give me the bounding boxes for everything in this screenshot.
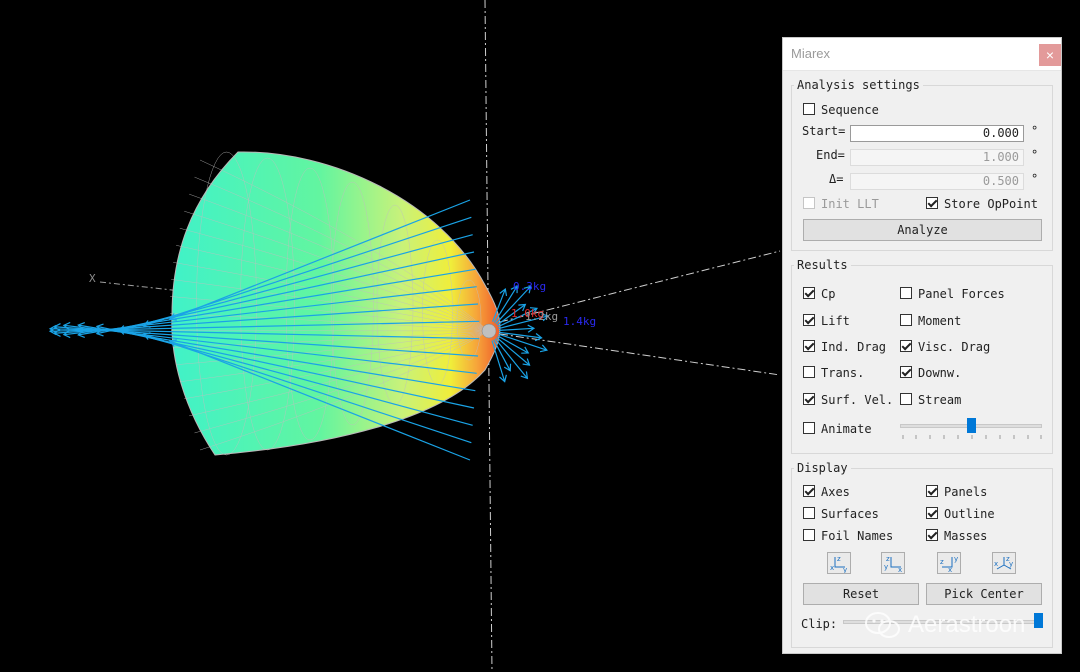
delta-input[interactable]: 0.500 [850,173,1024,190]
animate-checkbox[interactable] [803,422,815,434]
end-label: End= [816,148,845,162]
trans-label: Trans. [821,366,865,380]
stream-checkbox[interactable] [900,393,912,405]
start-unit: ° [1031,124,1039,138]
svg-text:y: y [843,566,847,573]
outline-checkbox[interactable] [926,507,938,519]
clip-label: Clip: [801,617,838,631]
svg-text:y: y [884,563,888,571]
svg-text:x: x [994,560,998,568]
animate-speed-ticks [902,435,1042,439]
miarex-panel: Miarex × Analysis settings Sequence Star… [782,37,1062,654]
svg-text:x: x [898,566,902,573]
svg-text:x: x [948,566,952,573]
store-oppoint-label: Store OpPoint [944,197,1038,211]
close-button[interactable]: × [1039,44,1061,66]
delta-unit: ° [1031,172,1039,186]
analysis-settings-legend: Analysis settings [794,78,923,92]
view-iso-button[interactable]: z x y [992,552,1016,574]
visc-drag-checkbox[interactable] [900,340,912,352]
pick-center-button[interactable]: Pick Center [926,583,1042,605]
view-xz-icon: z x y [830,555,847,574]
display-legend: Display [794,461,851,475]
velocity-arrow [498,324,536,333]
start-input[interactable]: 0.000 [850,125,1024,142]
view-yx-icon: z y x [884,555,902,574]
surf-vel-checkbox[interactable] [803,393,815,405]
svg-text:y: y [954,555,958,563]
panel-forces-label: Panel Forces [918,287,1005,301]
svg-text:z: z [837,555,841,563]
svg-text:y: y [1009,560,1013,568]
foil-names-checkbox[interactable] [803,529,815,541]
axes-label: Axes [821,485,850,499]
delta-label: Δ= [829,172,844,186]
view-top-button[interactable]: y z x [937,552,961,574]
axes-checkbox[interactable] [803,485,815,497]
outline-label: Outline [944,507,995,521]
moment-checkbox[interactable] [900,314,912,326]
start-label: Start= [802,124,846,138]
view-iso-icon: z x y [994,555,1013,570]
wechat-icon [865,612,900,638]
store-oppoint-checkbox[interactable] [926,197,938,209]
cp-label: Cp [821,287,836,301]
view-side-button[interactable]: z y x [881,552,905,574]
watermark: Aerastroon [864,607,1025,643]
surf-vel-label: Surf. Vel. [821,393,894,407]
velocity-arrow [491,340,507,383]
svg-text:z: z [886,555,890,563]
downw-label: Downw. [918,366,962,380]
sequence-checkbox[interactable] [803,103,815,115]
panel-titlebar: Miarex × [783,38,1061,71]
results-legend: Results [794,258,851,272]
moment-label: Moment [918,314,962,328]
init-llt-label: Init LLT [821,197,879,211]
surfaces-label: Surfaces [821,507,879,521]
svg-text:x: x [830,564,834,572]
animate-label: Animate [821,422,872,436]
masses-checkbox[interactable] [926,529,938,541]
lift-checkbox[interactable] [803,314,815,326]
mass-label-3: 1.4kg [563,315,596,328]
masses-label: Masses [944,529,988,543]
foil-names-label: Foil Names [821,529,894,543]
init-llt-checkbox[interactable] [803,197,815,209]
reset-button[interactable]: Reset [803,583,919,605]
trans-checkbox[interactable] [803,366,815,378]
watermark-text: Aerastroon [908,611,1026,638]
panel-title: Miarex [791,46,831,61]
view-front-button[interactable]: z x y [827,552,851,574]
x-axis-label: X [89,272,96,285]
visc-drag-label: Visc. Drag [918,340,991,354]
ind-drag-checkbox[interactable] [803,340,815,352]
sequence-label: Sequence [821,103,879,117]
animate-speed-handle[interactable] [966,418,976,433]
panels-label: Panels [944,485,988,499]
lift-label: Lift [821,314,850,328]
view-line-lower [499,333,781,376]
end-input[interactable]: 1.000 [850,149,1024,166]
mass-label-2: 1.2kg [525,310,558,323]
downw-checkbox[interactable] [900,366,912,378]
clip-handle[interactable] [1034,613,1043,628]
analyze-button[interactable]: Analyze [803,219,1042,241]
panel-forces-checkbox[interactable] [900,287,912,299]
end-unit: ° [1031,148,1039,162]
mass-label-0: 0.3kg [513,280,546,293]
panels-checkbox[interactable] [926,485,938,497]
svg-text:z: z [940,558,944,566]
stream-label: Stream [918,393,962,407]
surfaces-checkbox[interactable] [803,507,815,519]
cp-checkbox[interactable] [803,287,815,299]
ind-drag-label: Ind. Drag [821,340,887,354]
view-zy-icon: y z x [940,555,958,574]
nose-cap [481,323,497,339]
